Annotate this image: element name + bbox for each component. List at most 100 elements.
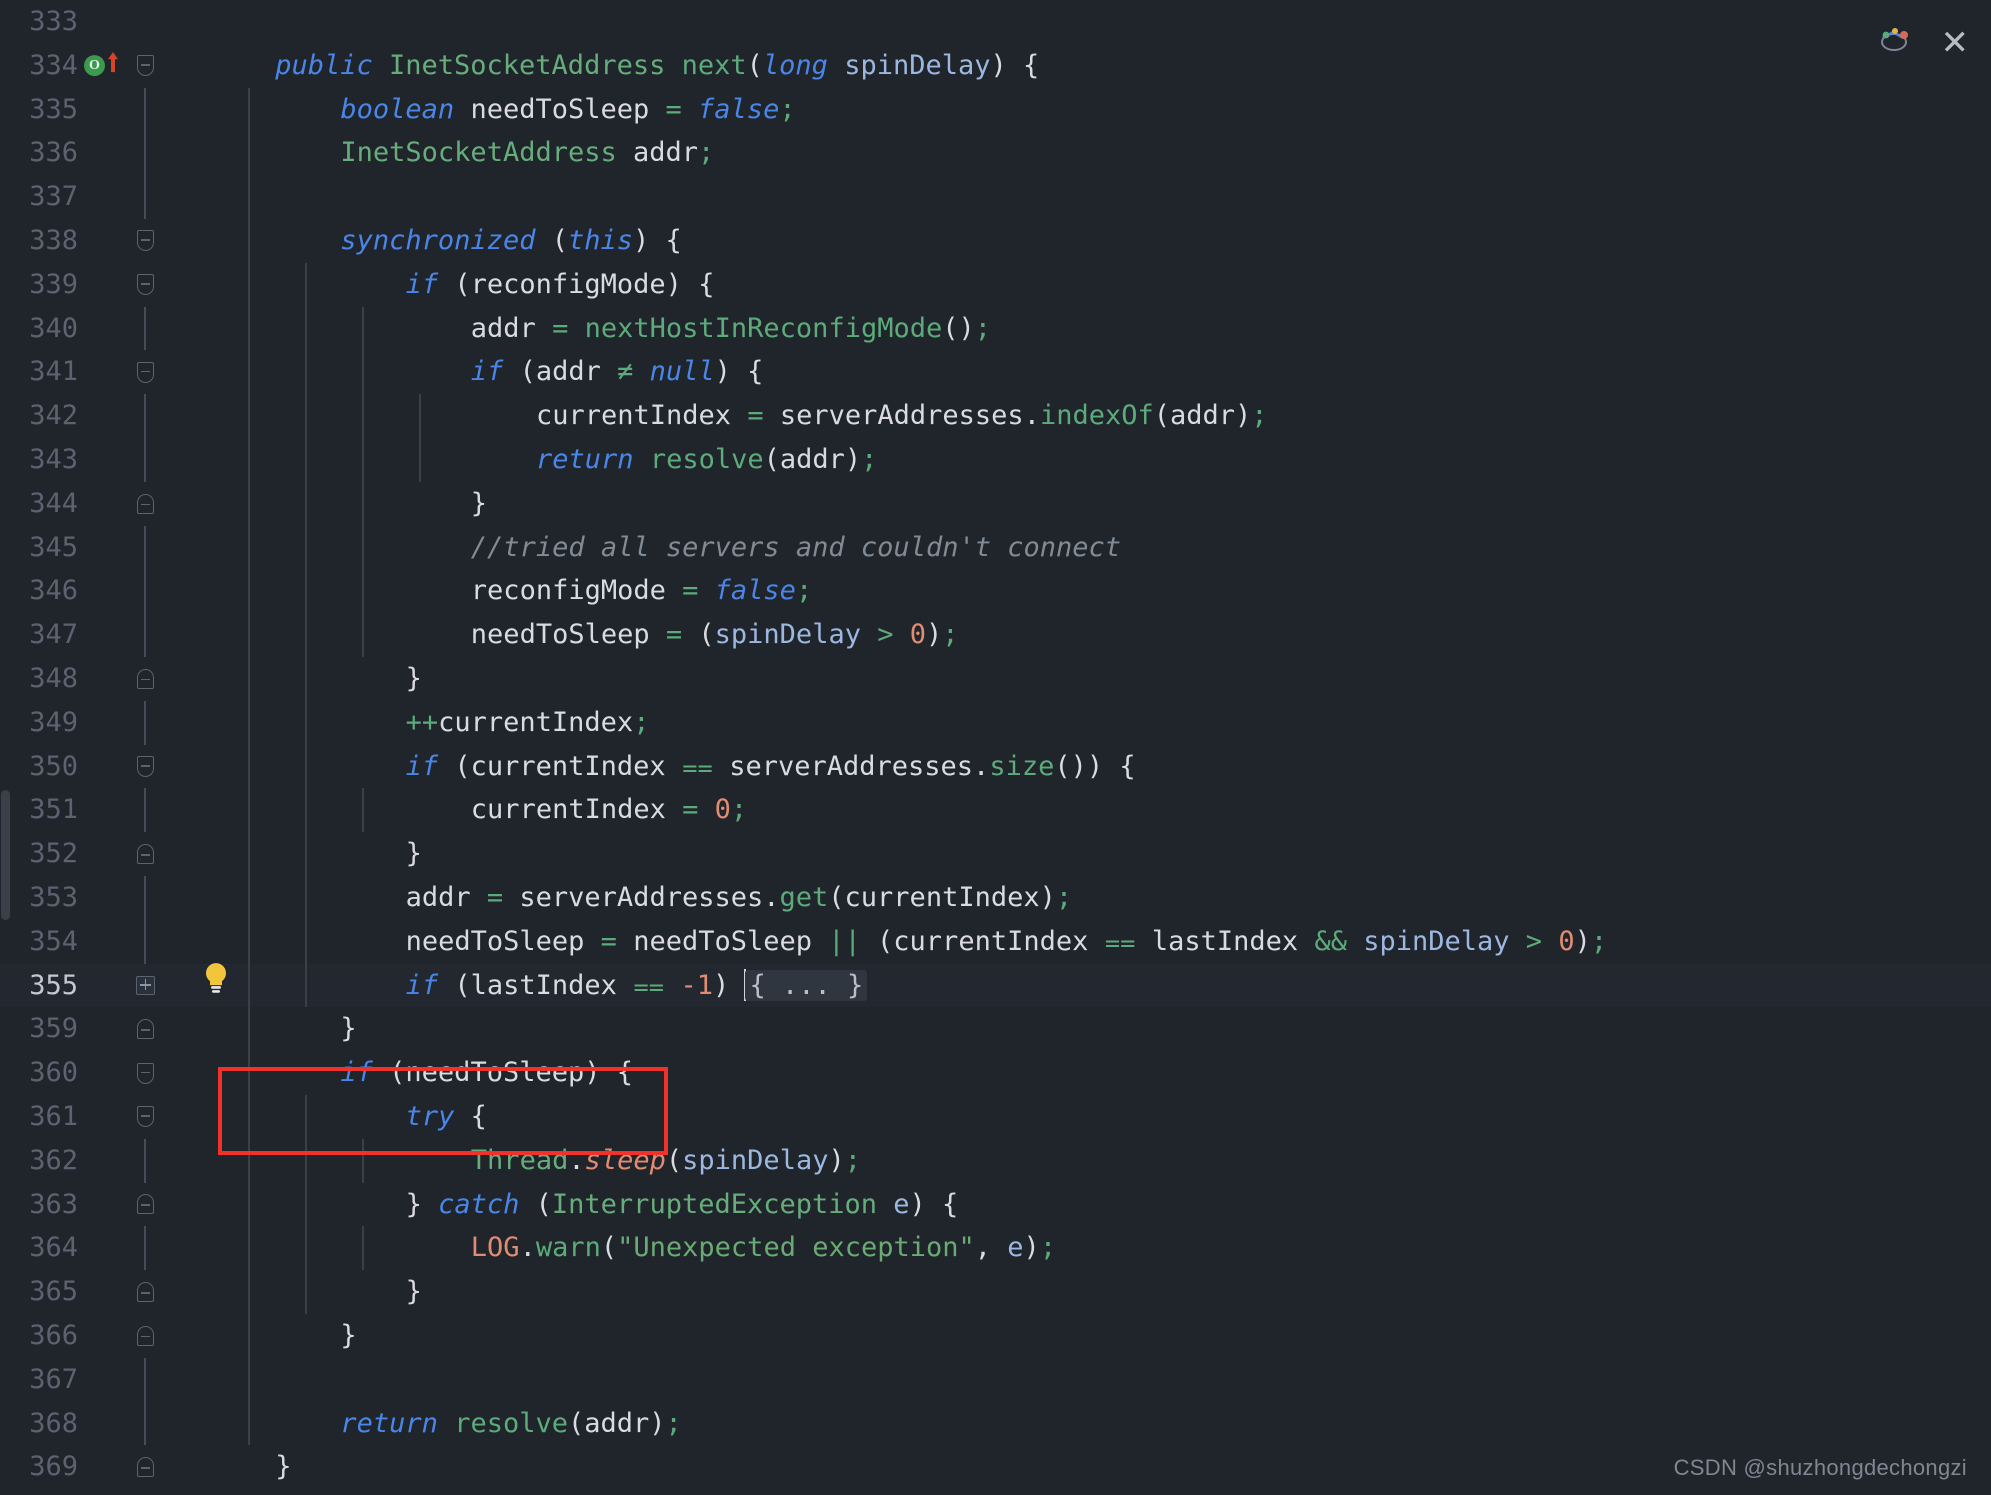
collapse-icon[interactable] xyxy=(136,493,154,514)
code-line-content[interactable]: needToSleep = (spinDelay > 0); xyxy=(198,613,1991,657)
line-gutter[interactable]: 334 O xyxy=(0,44,198,88)
code-line[interactable]: 360 if (needToSleep) { xyxy=(0,1051,1991,1095)
code-line[interactable]: 343 return resolve(addr); xyxy=(0,437,1991,482)
line-gutter[interactable]: 364 xyxy=(0,1226,198,1271)
code-line[interactable]: 334 Opublic InetSocketAddress next(long s… xyxy=(0,44,1991,88)
code-line-content[interactable]: if (currentIndex ⩵ serverAddresses.size(… xyxy=(198,744,1991,789)
code-line[interactable]: 337 xyxy=(0,175,1991,219)
line-gutter[interactable]: 333 xyxy=(0,0,198,44)
code-line-content[interactable]: currentIndex = serverAddresses.indexOf(a… xyxy=(198,394,1991,438)
line-gutter[interactable]: 344 xyxy=(0,482,198,526)
code-fold-handle[interactable] xyxy=(134,1183,156,1227)
code-line-content[interactable]: } xyxy=(198,1007,1991,1052)
code-line-content[interactable] xyxy=(198,0,1991,44)
collapse-icon[interactable] xyxy=(136,274,154,296)
code-editor[interactable]: ✕ 333 334 Opublic InetSocketAddress next(l… xyxy=(0,0,1991,1495)
code-fold-handle[interactable] xyxy=(134,964,156,1008)
overridden-method-icon[interactable]: O xyxy=(84,44,120,88)
code-line[interactable]: 366} xyxy=(0,1313,1991,1358)
code-line[interactable]: 349 ++currentIndex; xyxy=(0,700,1991,745)
code-line[interactable]: 355 if (lastIndex ⩵ -1) { ... } xyxy=(0,963,1991,1008)
code-line-content[interactable] xyxy=(198,175,1991,219)
code-line[interactable]: 352} xyxy=(0,832,1991,876)
code-line-content[interactable]: addr = nextHostInReconfigMode(); xyxy=(198,306,1991,351)
collapse-icon[interactable] xyxy=(136,1457,154,1478)
collapse-icon[interactable] xyxy=(136,1325,154,1346)
code-line-content[interactable]: } xyxy=(198,1270,1991,1314)
code-line-content[interactable]: if (needToSleep) { xyxy=(198,1051,1991,1095)
code-line-content[interactable]: boolean needToSleep = false; xyxy=(198,87,1991,132)
code-line[interactable]: 368 return resolve(addr); xyxy=(0,1401,1991,1446)
line-gutter[interactable]: 362 xyxy=(0,1138,198,1183)
code-fold-handle[interactable] xyxy=(134,1270,156,1314)
line-gutter[interactable]: 355 xyxy=(0,963,226,1008)
code-line-content[interactable]: } xyxy=(198,1313,1991,1358)
code-line-content[interactable]: InetSocketAddress addr; xyxy=(198,131,1991,176)
code-fold-handle[interactable] xyxy=(134,1314,156,1358)
collapse-icon[interactable] xyxy=(136,844,154,865)
line-gutter[interactable]: 342 xyxy=(0,394,198,438)
line-gutter[interactable]: 352 xyxy=(0,832,198,876)
code-fold-handle[interactable] xyxy=(134,482,156,526)
code-line[interactable]: 347 needToSleep = (spinDelay > 0); xyxy=(0,613,1991,657)
code-line[interactable]: 367 xyxy=(0,1357,1991,1402)
code-line[interactable]: 346 reconfigMode = false; xyxy=(0,569,1991,614)
code-line[interactable]: 335 boolean needToSleep = false; xyxy=(0,87,1991,132)
code-line[interactable]: 364 LOG.warn("Unexpected exception", e); xyxy=(0,1226,1991,1271)
collapse-icon[interactable] xyxy=(136,1282,154,1302)
line-gutter[interactable]: 336 xyxy=(0,131,198,176)
code-line-content[interactable]: return resolve(addr); xyxy=(198,1401,1991,1446)
collapse-icon[interactable] xyxy=(136,55,154,77)
folded-code-placeholder[interactable]: { ... } xyxy=(745,969,868,1001)
code-fold-handle[interactable] xyxy=(134,1051,156,1095)
code-line[interactable]: 353 addr = serverAddresses.get(currentInd… xyxy=(0,875,1991,920)
code-line-content[interactable]: LOG.warn("Unexpected exception", e); xyxy=(198,1226,1991,1271)
line-gutter[interactable]: 360 xyxy=(0,1051,198,1095)
code-line-content[interactable]: Thread.sleep(spinDelay); xyxy=(198,1138,1991,1183)
code-line[interactable]: 338 synchronized (this) { xyxy=(0,218,1991,263)
code-fold-handle[interactable] xyxy=(134,657,156,701)
line-gutter[interactable]: 348 xyxy=(0,657,198,701)
line-gutter[interactable]: 345 xyxy=(0,525,198,570)
line-gutter[interactable]: 351 xyxy=(0,788,198,833)
line-gutter[interactable]: 335 xyxy=(0,87,198,132)
line-gutter[interactable]: 361 xyxy=(0,1095,198,1139)
line-gutter[interactable]: 369 xyxy=(0,1445,198,1489)
code-fold-handle[interactable] xyxy=(134,1095,156,1139)
line-gutter[interactable]: 347 xyxy=(0,613,198,657)
collapse-icon[interactable] xyxy=(136,668,154,689)
code-line[interactable]: 339 if (reconfigMode) { xyxy=(0,262,1991,307)
code-line-content[interactable] xyxy=(198,1357,1991,1402)
line-gutter[interactable]: 366 xyxy=(0,1314,198,1358)
code-line-content[interactable]: } xyxy=(198,832,1991,876)
line-gutter[interactable]: 353 xyxy=(0,875,198,920)
line-gutter[interactable]: 338 xyxy=(0,219,198,263)
code-line[interactable]: 341 if (addr ≠ null) { xyxy=(0,350,1991,395)
code-line[interactable]: 361 try { xyxy=(0,1094,1991,1139)
code-fold-handle[interactable] xyxy=(134,263,156,307)
code-line-content[interactable]: } catch (InterruptedException e) { xyxy=(198,1182,1991,1227)
line-gutter[interactable]: 363 xyxy=(0,1183,198,1227)
code-line-content[interactable]: if (reconfigMode) { xyxy=(198,262,1991,307)
line-gutter[interactable]: 341 xyxy=(0,350,198,394)
code-line[interactable]: 351 currentIndex = 0; xyxy=(0,788,1991,833)
code-line[interactable]: 359} xyxy=(0,1007,1991,1052)
code-line-content[interactable]: return resolve(addr); xyxy=(198,437,1991,482)
code-fold-handle[interactable] xyxy=(134,832,156,876)
expand-icon[interactable] xyxy=(135,975,155,995)
code-fold-handle[interactable] xyxy=(134,745,156,789)
code-line-content[interactable]: needToSleep = needToSleep || (currentInd… xyxy=(198,919,1991,964)
collapse-icon[interactable] xyxy=(136,361,154,383)
code-line[interactable]: 350 if (currentIndex ⩵ serverAddresses.si… xyxy=(0,744,1991,789)
code-fold-handle[interactable] xyxy=(134,1445,156,1489)
code-fold-handle[interactable] xyxy=(134,1007,156,1051)
collapse-icon[interactable] xyxy=(136,230,154,252)
code-line[interactable]: 363} catch (InterruptedException e) { xyxy=(0,1182,1991,1227)
code-line-content[interactable]: //tried all servers and couldn't connect xyxy=(198,525,1991,570)
code-line-content[interactable]: if (lastIndex ⩵ -1) { ... } xyxy=(198,963,1991,1008)
code-line[interactable]: 336 InetSocketAddress addr; xyxy=(0,131,1991,176)
code-line[interactable]: 365} xyxy=(0,1270,1991,1314)
line-gutter[interactable]: 343 xyxy=(0,437,198,482)
code-line-content[interactable]: currentIndex = 0; xyxy=(198,788,1991,833)
line-gutter[interactable]: 340 xyxy=(0,306,198,351)
